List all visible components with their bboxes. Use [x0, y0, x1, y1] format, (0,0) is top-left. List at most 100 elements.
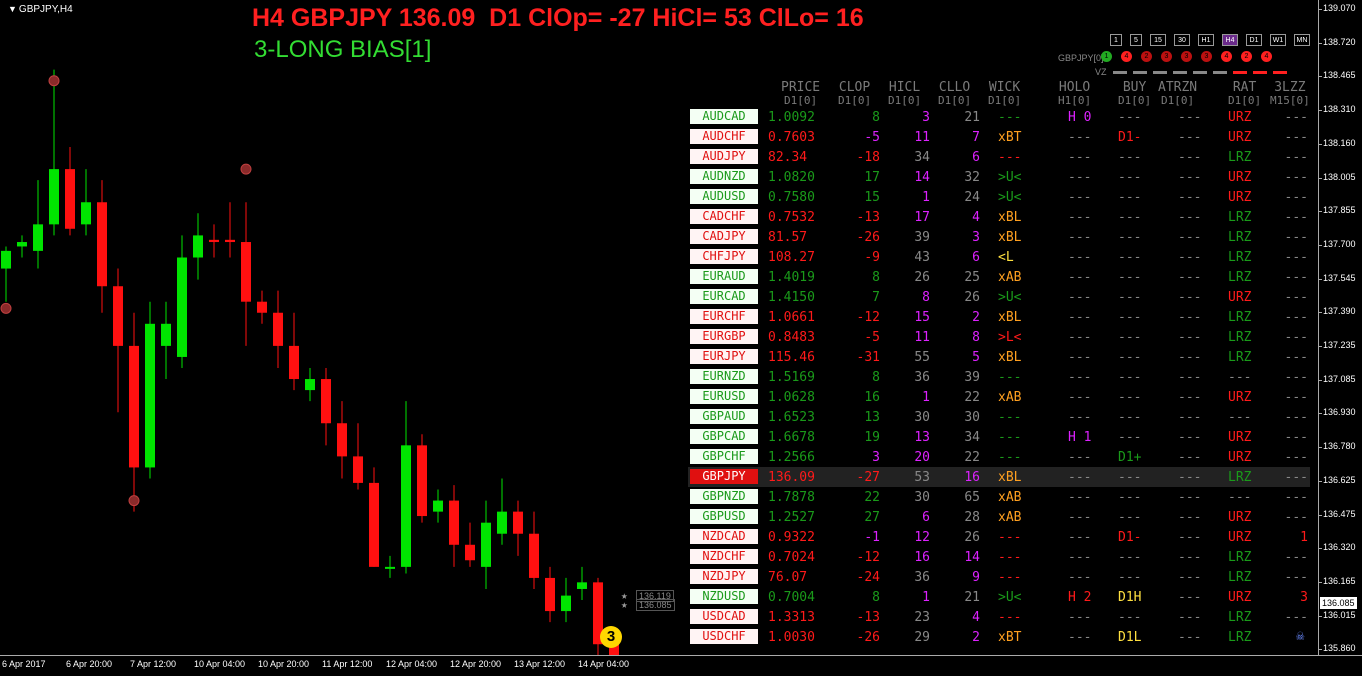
- price-axis[interactable]: 139.070 138.720 138.465 138.310 138.160 138.0…: [1318, 0, 1362, 655]
- symbol-button-eurchf[interactable]: EURCHF: [690, 309, 758, 324]
- dropdown-arrow-icon[interactable]: ▼: [8, 4, 17, 14]
- symbol-button-euraud[interactable]: EURAUD: [690, 269, 758, 284]
- timeframe-button-d1[interactable]: D1: [1246, 34, 1262, 46]
- symbol-button-gbpcad[interactable]: GBPCAD: [690, 429, 758, 444]
- cell-buy: D1+: [1118, 450, 1142, 465]
- timeframe-button-30[interactable]: 30: [1174, 34, 1190, 46]
- column-header-timeframe: D1[0]: [1228, 94, 1262, 107]
- time-axis[interactable]: 6 Apr 2017 6 Apr 20:00 7 Apr 12:00 10 Apr 0…: [0, 655, 1362, 676]
- table-row[interactable]: USDCAD 1.3313 -13 23 4 --- --- --- --- LRZ ---: [688, 607, 1310, 627]
- timeframe-button-w1[interactable]: W1: [1270, 34, 1286, 46]
- table-row[interactable]: NZDCAD 0.9322 -1 12 26 --- --- D1- --- URZ 1: [688, 527, 1310, 547]
- symbol-button-gbpjpy[interactable]: GBPJPY: [690, 469, 758, 484]
- table-row[interactable]: AUDUSD 0.7580 15 1 24 >U< --- --- --- URZ ---: [688, 187, 1310, 207]
- table-row[interactable]: AUDNZD 1.0820 17 14 32 >U< --- --- --- URZ ---: [688, 167, 1310, 187]
- table-row[interactable]: GBPUSD 1.2527 27 6 28 xAB --- --- --- URZ ---: [688, 507, 1310, 527]
- cell-lzz: ---: [1284, 550, 1308, 565]
- symbol-button-eurjpy[interactable]: EURJPY: [690, 349, 758, 364]
- symbol-button-audusd[interactable]: AUDUSD: [690, 189, 758, 204]
- table-row[interactable]: EURAUD 1.4019 8 26 25 xAB --- --- --- LRZ ---: [688, 267, 1310, 287]
- cell-hicl: 29: [914, 630, 930, 645]
- table-row[interactable]: EURGBP 0.8483 -5 11 8 >L< --- --- --- LRZ ---: [688, 327, 1310, 347]
- table-row[interactable]: USDCHF 1.0030 -26 29 2 xBT --- D1L --- LRZ: [688, 627, 1310, 647]
- table-row[interactable]: NZDUSD 0.7004 8 1 21 >U< H 2 D1H --- URZ 3: [688, 587, 1310, 607]
- candle-body: [497, 511, 507, 534]
- timeframe-button-15[interactable]: 15: [1150, 34, 1166, 46]
- table-row[interactable]: CADCHF 0.7532 -13 17 4 xBL --- --- --- LRZ ---: [688, 207, 1310, 227]
- table-row[interactable]: AUDJPY 82.34 -18 34 6 --- --- --- --- LRZ ---: [688, 147, 1310, 167]
- candle: [289, 312, 299, 391]
- cell-hicl: 11: [914, 330, 930, 345]
- table-row[interactable]: GBPNZD 1.7878 22 30 65 xAB --- --- --- --- ---: [688, 487, 1310, 507]
- symbol-button-eurcad[interactable]: EURCAD: [690, 289, 758, 304]
- cell-wick: >U<: [998, 590, 1022, 605]
- symbol-button-usdcad[interactable]: USDCAD: [690, 609, 758, 624]
- symbol-button-nzdcad[interactable]: NZDCAD: [690, 529, 758, 544]
- cell-lzz: ---: [1284, 110, 1308, 125]
- timeframe-button-mn[interactable]: MN: [1294, 34, 1310, 46]
- symbol-button-nzdusd[interactable]: NZDUSD: [690, 589, 758, 604]
- table-row[interactable]: AUDCHF 0.7603 -5 11 7 xBT --- D1- --- URZ ---: [688, 127, 1310, 147]
- candle-body: [369, 482, 379, 567]
- symbol-button-audnzd[interactable]: AUDNZD: [690, 169, 758, 184]
- cell-price: 0.7004: [768, 590, 815, 605]
- table-row[interactable]: EURJPY 115.46 -31 55 5 xBL --- --- --- LRZ ---: [688, 347, 1310, 367]
- symbol-button-nzdchf[interactable]: NZDCHF: [690, 549, 758, 564]
- table-row[interactable]: GBPJPY 136.09 -27 53 16 xBL --- --- --- LRZ ---: [688, 467, 1310, 487]
- table-row[interactable]: EURNZD 1.5169 8 36 39 --- --- --- --- --- ---: [688, 367, 1310, 387]
- cell-hicl: 1: [922, 390, 930, 405]
- cell-holo: ---: [1068, 530, 1092, 545]
- symbol-button-chfjpy[interactable]: CHFJPY: [690, 249, 758, 264]
- symbol-button-eurnzd[interactable]: EURNZD: [690, 369, 758, 384]
- symbol-button-usdchf[interactable]: USDCHF: [690, 629, 758, 644]
- timeframe-button-5[interactable]: 5: [1130, 34, 1142, 46]
- symbol-button-gbpnzd[interactable]: GBPNZD: [690, 489, 758, 504]
- symbol-button-gbpchf[interactable]: GBPCHF: [690, 449, 758, 464]
- cell-price: 0.8483: [768, 330, 815, 345]
- table-row[interactable]: NZDJPY 76.07 -24 36 9 --- --- --- --- LRZ ---: [688, 567, 1310, 587]
- symbol-button-audchf[interactable]: AUDCHF: [690, 129, 758, 144]
- cell-buy: ---: [1118, 490, 1142, 505]
- cell-clop: -5: [864, 330, 880, 345]
- cell-wick: ---: [998, 150, 1022, 165]
- symbol-button-gbpaud[interactable]: GBPAUD: [690, 409, 758, 424]
- column-header: WICK D1[0]: [988, 81, 1021, 107]
- symbol-button-audcad[interactable]: AUDCAD: [690, 109, 758, 124]
- cell-holo: ---: [1068, 370, 1092, 385]
- time-tick-label: 13 Apr 12:00: [514, 659, 566, 669]
- cell-rat: ---: [1228, 490, 1252, 505]
- table-row[interactable]: EURCHF 1.0661 -12 15 2 xBL --- --- --- LRZ ---: [688, 307, 1310, 327]
- symbol-button-eurusd[interactable]: EURUSD: [690, 389, 758, 404]
- cell-atrzn: ---: [1178, 150, 1202, 165]
- price-tick-label: 137.085: [1318, 373, 1356, 384]
- timeframe-button-h4[interactable]: H4: [1222, 34, 1238, 46]
- table-row[interactable]: CHFJPY 108.27 -9 43 6 <L --- --- --- LRZ ---: [688, 247, 1310, 267]
- cell-buy: ---: [1118, 510, 1142, 525]
- symbol-button-audjpy[interactable]: AUDJPY: [690, 149, 758, 164]
- timeframe-button-h1[interactable]: H1: [1198, 34, 1214, 46]
- table-row[interactable]: EURUSD 1.0628 16 1 22 xAB --- --- --- URZ ---: [688, 387, 1310, 407]
- symbol-button-gbpusd[interactable]: GBPUSD: [690, 509, 758, 524]
- table-row[interactable]: EURCAD 1.4150 7 8 26 >U< --- --- --- URZ ---: [688, 287, 1310, 307]
- table-row[interactable]: AUDCAD 1.0092 8 3 21 --- H 0 --- --- URZ ---: [688, 107, 1310, 127]
- cell-holo: ---: [1068, 450, 1092, 465]
- table-row[interactable]: GBPCHF 1.2566 3 20 22 --- --- D1+ --- URZ ---: [688, 447, 1310, 467]
- symbol-button-cadjpy[interactable]: CADJPY: [690, 229, 758, 244]
- cell-atrzn: ---: [1178, 590, 1202, 605]
- cell-rat: ---: [1228, 410, 1252, 425]
- timeframe-button-1[interactable]: 1: [1110, 34, 1122, 46]
- table-row[interactable]: GBPAUD 1.6523 13 30 30 --- --- --- --- --- ---: [688, 407, 1310, 427]
- table-row[interactable]: GBPCAD 1.6678 19 13 34 --- H 1 --- --- URZ ---: [688, 427, 1310, 447]
- candle: [385, 555, 395, 578]
- cell-price: 1.3313: [768, 610, 815, 625]
- cell-wick: xBL: [998, 350, 1022, 365]
- column-header: ATRZN D1[0]: [1158, 81, 1197, 107]
- cell-hicl: 55: [914, 350, 930, 365]
- cell-lzz: 1: [1300, 530, 1308, 545]
- symbol-button-cadchf[interactable]: CADCHF: [690, 209, 758, 224]
- symbol-button-nzdjpy[interactable]: NZDJPY: [690, 569, 758, 584]
- candle-body: [433, 500, 443, 512]
- symbol-button-eurgbp[interactable]: EURGBP: [690, 329, 758, 344]
- table-row[interactable]: NZDCHF 0.7024 -12 16 14 --- --- --- --- LRZ ---: [688, 547, 1310, 567]
- table-row[interactable]: CADJPY 81.57 -26 39 3 xBL --- --- --- LRZ ---: [688, 227, 1310, 247]
